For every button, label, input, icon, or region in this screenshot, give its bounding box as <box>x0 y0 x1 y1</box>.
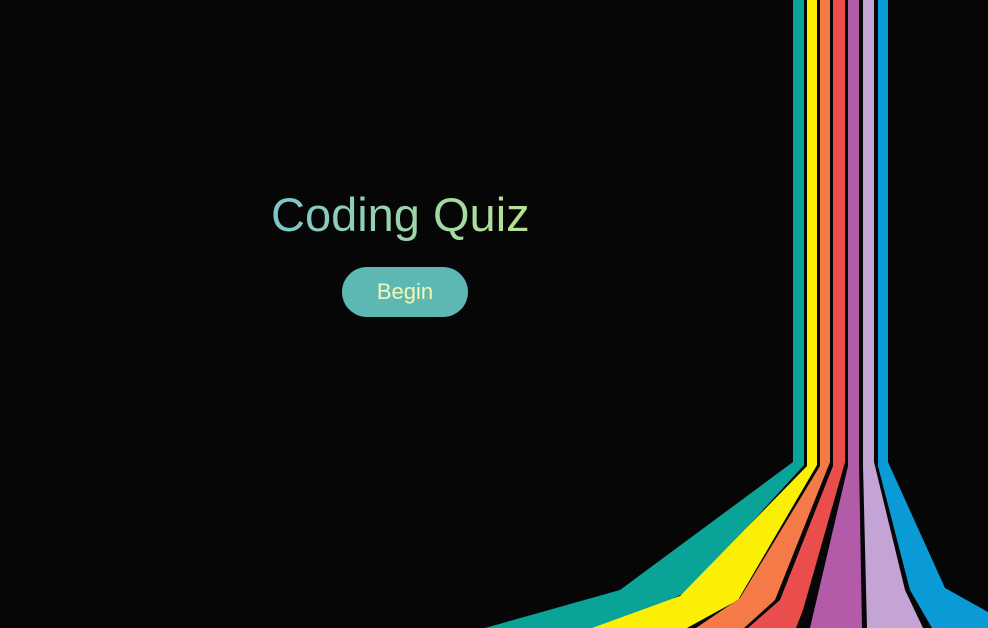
quiz-start-screen: Coding Quiz Begin <box>0 0 988 628</box>
begin-button[interactable]: Begin <box>342 267 468 317</box>
stripe-blue <box>878 0 988 628</box>
rainbow-stripes-decoration <box>485 0 988 628</box>
page-title: Coding Quiz <box>271 187 541 243</box>
